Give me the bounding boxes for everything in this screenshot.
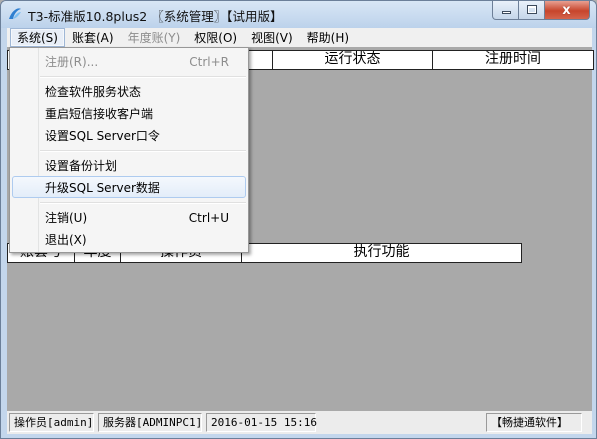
window-title: T3-标准版10.8plus2 〖系统管理〗【试用版】 xyxy=(28,9,283,24)
caption-buttons: x xyxy=(492,1,590,20)
menu-account-set[interactable]: 账套(A) xyxy=(65,28,121,47)
menu-item-register[interactable]: 注册(R)... Ctrl+R xyxy=(12,50,246,72)
menu-bar: 系统(S) 账套(A) 年度账(Y) 权限(O) 视图(V) 帮助(H) xyxy=(7,28,592,47)
close-icon: x xyxy=(562,2,571,18)
menu-item-restart-sms-client[interactable]: 重启短信接收客户端 xyxy=(12,102,246,124)
maximize-icon xyxy=(527,5,537,14)
minimize-button[interactable] xyxy=(492,1,519,20)
menu-item-backup-plan[interactable]: 设置备份计划 xyxy=(12,154,246,176)
status-bar: 操作员[admin] 服务器[ADMINPC1] 2016-01-15 15:1… xyxy=(7,411,592,434)
menu-system[interactable]: 系统(S) xyxy=(10,28,65,47)
title-bar[interactable]: T3-标准版10.8plus2 〖系统管理〗【试用版】 x xyxy=(1,1,596,28)
menu-item-shortcut: Ctrl+U xyxy=(188,211,229,225)
menu-item-set-sql-password[interactable]: 设置SQL Server口令 xyxy=(12,124,246,146)
menu-separator xyxy=(40,150,246,152)
menu-item-shortcut: Ctrl+R xyxy=(189,55,229,69)
menu-item-check-service[interactable]: 检查软件服务状态 xyxy=(12,80,246,102)
menu-separator xyxy=(40,76,246,78)
menu-item-upgrade-sql-data[interactable]: 升级SQL Server数据 xyxy=(12,176,246,198)
close-button[interactable]: x xyxy=(545,1,590,20)
menu-item-label: 设置备份计划 xyxy=(45,159,118,173)
status-server: 服务器[ADMINPC1] xyxy=(98,413,202,432)
menu-item-label: 重启短信接收客户端 xyxy=(45,107,154,121)
menu-view[interactable]: 视图(V) xyxy=(244,28,300,47)
menu-item-label: 设置SQL Server口令 xyxy=(45,129,160,143)
menu-permissions[interactable]: 权限(O) xyxy=(187,28,244,47)
top-grid-column-register-time[interactable]: 注册时间 xyxy=(433,50,594,70)
menu-help[interactable]: 帮助(H) xyxy=(300,28,356,47)
maximize-button[interactable] xyxy=(519,1,545,20)
app-logo-icon xyxy=(9,8,21,19)
status-datetime: 2016-01-15 15:16 xyxy=(206,413,317,432)
menu-item-label: 检查软件服务状态 xyxy=(45,85,142,99)
menu-fiscal-year[interactable]: 年度账(Y) xyxy=(121,28,188,47)
system-menu-dropdown: 注册(R)... Ctrl+R 检查软件服务状态 重启短信接收客户端 设置SQL… xyxy=(9,47,249,253)
main-window: T3-标准版10.8plus2 〖系统管理〗【试用版】 x 系统(S) 账套(A… xyxy=(0,0,597,439)
menu-item-logout[interactable]: 注销(U) Ctrl+U xyxy=(12,206,246,228)
menu-item-exit[interactable]: 退出(X) xyxy=(12,228,246,250)
bottom-grid-column-function[interactable]: 执行功能 xyxy=(242,243,522,263)
minimize-icon xyxy=(502,11,511,14)
menu-item-label: 注销(U) xyxy=(45,211,88,225)
menu-separator xyxy=(40,202,246,204)
menu-item-label: 升级SQL Server数据 xyxy=(45,181,160,195)
top-grid-column-status[interactable]: 运行状态 xyxy=(273,50,433,70)
status-operator: 操作员[admin] xyxy=(9,413,94,432)
menu-item-label: 注册(R)... xyxy=(45,55,99,69)
menu-item-label: 退出(X) xyxy=(45,233,87,247)
status-brand: 【畅捷通软件】 xyxy=(486,413,582,432)
